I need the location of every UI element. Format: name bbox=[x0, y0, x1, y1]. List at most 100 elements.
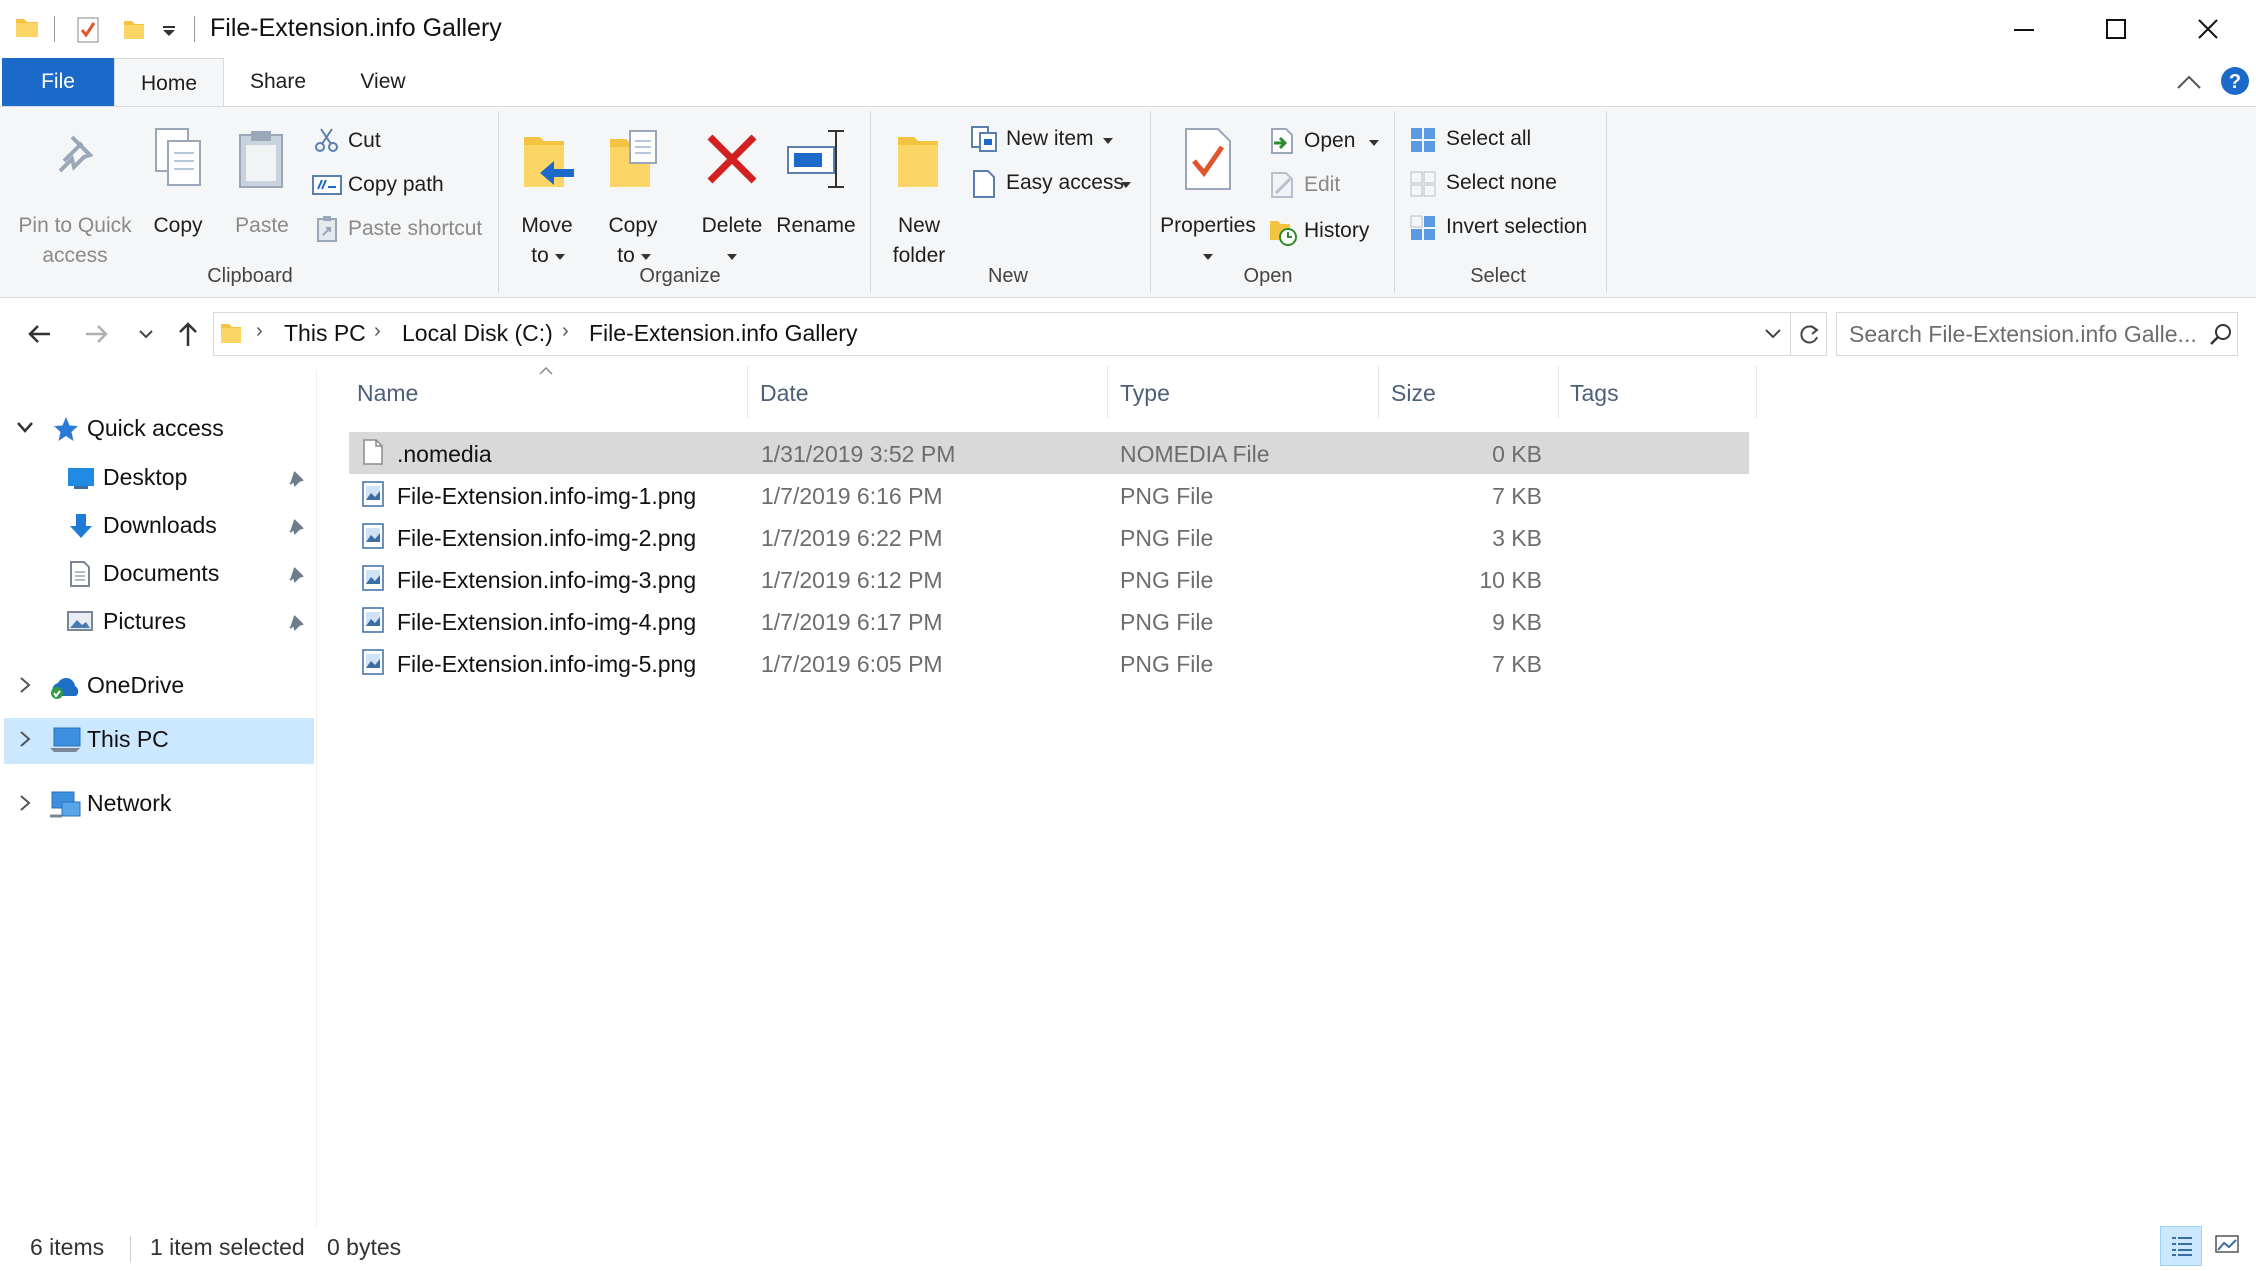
nav-item-network[interactable]: Network bbox=[0, 782, 313, 828]
copy-to-icon bbox=[610, 130, 657, 187]
column-header-type[interactable]: Type bbox=[1120, 380, 1170, 407]
column-divider[interactable] bbox=[1107, 366, 1108, 418]
move-to-button[interactable]: Move to bbox=[512, 125, 582, 275]
tab-file[interactable]: File bbox=[2, 58, 114, 106]
paste-button[interactable]: Paste bbox=[226, 125, 298, 245]
new-group-label: New bbox=[987, 265, 1028, 287]
delete-label: Delete bbox=[701, 214, 763, 237]
select-group-label: Select bbox=[1470, 265, 1526, 287]
nav-item-desktop[interactable]: Desktop bbox=[0, 456, 313, 502]
address-history-chevron-icon[interactable] bbox=[1764, 328, 1782, 340]
pin-icon[interactable] bbox=[286, 564, 306, 584]
copy-to-button[interactable]: Copy to bbox=[598, 125, 668, 275]
star-icon bbox=[54, 417, 78, 441]
help-icon[interactable]: ? bbox=[2220, 66, 2250, 96]
history-button[interactable]: History bbox=[1266, 215, 1386, 249]
rename-icon bbox=[787, 130, 844, 188]
new-folder-qat-icon[interactable] bbox=[122, 16, 146, 42]
nav-item-documents[interactable]: Documents bbox=[0, 552, 313, 598]
breadcrumb-separator-icon[interactable]: › bbox=[562, 320, 569, 343]
column-header-size[interactable]: Size bbox=[1391, 380, 1436, 407]
column-divider[interactable] bbox=[1756, 366, 1757, 418]
blank-file-icon bbox=[363, 439, 383, 465]
collapsed-chevron-icon[interactable] bbox=[18, 730, 32, 748]
column-header-date[interactable]: Date bbox=[760, 380, 809, 407]
tab-home[interactable]: Home bbox=[114, 58, 224, 108]
file-name: .nomedia bbox=[397, 441, 492, 467]
details-view-button[interactable] bbox=[2160, 1226, 2202, 1266]
pin-icon[interactable] bbox=[286, 612, 306, 632]
cut-button[interactable]: Cut bbox=[310, 125, 490, 159]
tab-view[interactable]: View bbox=[330, 58, 436, 106]
pin-to-quick-access-button[interactable]: Pin to Quick access bbox=[8, 125, 142, 267]
copy-button[interactable]: Copy bbox=[144, 125, 212, 245]
invert-selection-icon bbox=[1410, 215, 1435, 240]
edit-button[interactable]: Edit bbox=[1266, 169, 1386, 203]
search-input[interactable]: Search File-Extension.info Galle... bbox=[1836, 312, 2238, 356]
nav-item-quick-access[interactable]: Quick access bbox=[0, 407, 313, 453]
column-divider[interactable] bbox=[747, 366, 748, 418]
delete-button[interactable]: Delete bbox=[694, 125, 770, 275]
invert-selection-button[interactable]: Invert selection bbox=[1406, 211, 1606, 245]
copy-path-button[interactable]: Copy path bbox=[310, 169, 490, 203]
nav-item-this-pc[interactable]: This PC bbox=[4, 718, 314, 764]
network-icon bbox=[50, 791, 81, 818]
paste-shortcut-button[interactable]: Paste shortcut bbox=[310, 213, 490, 247]
select-none-button[interactable]: Select none bbox=[1406, 167, 1606, 201]
pin-icon[interactable] bbox=[286, 468, 306, 488]
chevron-down-icon bbox=[555, 254, 565, 260]
minimize-ribbon-icon[interactable] bbox=[2176, 74, 2202, 90]
file-row[interactable]: File-Extension.info-img-4.png 1/7/2019 6… bbox=[349, 600, 1749, 642]
new-item-button[interactable]: New item bbox=[968, 123, 1138, 157]
customize-qat-dropdown-icon[interactable] bbox=[162, 26, 176, 36]
column-header-tags[interactable]: Tags bbox=[1570, 380, 1619, 407]
file-date: 1/7/2019 6:17 PM bbox=[761, 609, 943, 635]
open-button[interactable]: Open bbox=[1266, 125, 1386, 159]
file-row[interactable]: File-Extension.info-img-5.png 1/7/2019 6… bbox=[349, 642, 1749, 684]
column-divider[interactable] bbox=[1558, 366, 1559, 418]
close-button[interactable] bbox=[2162, 0, 2254, 58]
select-all-label: Select all bbox=[1446, 127, 1532, 150]
scissors-icon bbox=[315, 128, 338, 152]
breadcrumb-separator-icon[interactable]: › bbox=[256, 320, 263, 343]
up-arrow-icon[interactable] bbox=[176, 320, 200, 348]
column-divider[interactable] bbox=[1378, 366, 1379, 418]
breadcrumb-separator-icon[interactable]: › bbox=[374, 320, 381, 343]
file-row[interactable]: File-Extension.info-img-1.png 1/7/2019 6… bbox=[349, 474, 1749, 516]
properties-qat-icon[interactable] bbox=[76, 16, 100, 44]
file-row[interactable]: .nomedia 1/31/2019 3:52 PM NOMEDIA File … bbox=[349, 432, 1749, 474]
rename-button[interactable]: Rename bbox=[774, 125, 858, 245]
folder-icon[interactable] bbox=[14, 14, 40, 40]
forward-arrow-icon[interactable] bbox=[84, 322, 110, 346]
collapsed-chevron-icon[interactable] bbox=[18, 676, 32, 694]
breadcrumb-local-disk[interactable]: Local Disk (C:) bbox=[402, 320, 553, 347]
refresh-button[interactable] bbox=[1791, 312, 1827, 356]
column-header-name[interactable]: Name bbox=[357, 380, 418, 407]
breadcrumb-this-pc[interactable]: This PC bbox=[284, 320, 366, 347]
minimize-button[interactable] bbox=[1978, 0, 2070, 58]
breadcrumb-current-folder[interactable]: File-Extension.info Gallery bbox=[589, 320, 857, 347]
status-selected-count: 1 item selected bbox=[150, 1234, 305, 1260]
nav-item-downloads[interactable]: Downloads bbox=[0, 504, 313, 550]
pin-icon[interactable] bbox=[286, 516, 306, 536]
maximize-button[interactable] bbox=[2070, 0, 2162, 58]
recent-locations-chevron-icon[interactable] bbox=[138, 328, 154, 340]
ribbon: Pin to Quick access Copy Paste Cut Copy … bbox=[0, 106, 2256, 298]
png-image-icon bbox=[362, 607, 384, 633]
large-icons-view-button[interactable] bbox=[2206, 1226, 2248, 1266]
nav-item-pictures[interactable]: Pictures bbox=[0, 600, 313, 646]
properties-button[interactable]: Properties bbox=[1160, 125, 1256, 275]
file-row[interactable]: File-Extension.info-img-3.png 1/7/2019 6… bbox=[349, 558, 1749, 600]
nav-item-onedrive[interactable]: OneDrive bbox=[0, 664, 313, 710]
easy-access-button[interactable]: Easy access bbox=[968, 167, 1138, 201]
tab-share[interactable]: Share bbox=[230, 58, 326, 106]
collapsed-chevron-icon[interactable] bbox=[18, 794, 32, 812]
file-row[interactable]: File-Extension.info-img-2.png 1/7/2019 6… bbox=[349, 516, 1749, 558]
select-all-button[interactable]: Select all bbox=[1406, 123, 1606, 157]
expanded-chevron-icon[interactable] bbox=[16, 421, 34, 435]
new-item-icon bbox=[971, 126, 997, 152]
paste-label: Paste bbox=[235, 214, 289, 237]
back-arrow-icon[interactable] bbox=[26, 322, 52, 346]
new-folder-button[interactable]: New folder bbox=[882, 125, 956, 275]
edit-label: Edit bbox=[1304, 173, 1341, 196]
